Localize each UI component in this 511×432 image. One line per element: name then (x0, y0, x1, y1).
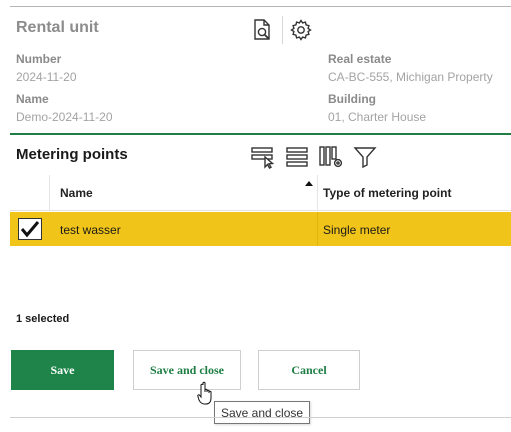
select-all-cell[interactable] (10, 175, 50, 211)
building-value: 01, Charter House (328, 110, 427, 124)
row-type: Single meter (323, 223, 391, 237)
save-and-close-button[interactable]: Save and close (133, 350, 241, 390)
sort-ascending-icon (305, 181, 313, 186)
selection-count: 1 selected (16, 313, 70, 325)
row-checkbox[interactable] (18, 218, 42, 240)
save-button[interactable]: Save (11, 350, 114, 390)
tooltip: Save and close (214, 401, 311, 424)
table-row[interactable]: test wasser Single meter (10, 212, 511, 246)
section-divider (10, 133, 511, 135)
number-value: 2024-11-20 (16, 70, 77, 84)
checkmark-icon (20, 221, 40, 238)
name-label: Name (16, 92, 49, 106)
header-icon-separator (282, 16, 283, 44)
real-estate-value: CA-BC-555, Michigan Property (328, 70, 493, 84)
number-label: Number (16, 52, 62, 66)
metering-points-title: Metering points (16, 146, 128, 163)
gear-icon[interactable] (288, 17, 314, 43)
table-header: Name Type of metering point (10, 175, 511, 211)
document-search-icon[interactable] (249, 17, 275, 43)
filter-icon[interactable] (351, 143, 379, 171)
list-view-icon[interactable] (283, 143, 311, 171)
column-header-type[interactable]: Type of metering point (323, 186, 451, 200)
real-estate-label: Real estate (328, 52, 392, 66)
column-separator[interactable] (317, 175, 318, 211)
name-value: Demo-2024-11-20 (16, 110, 113, 124)
column-header-name[interactable]: Name (60, 186, 93, 200)
building-label: Building (328, 92, 376, 106)
column-settings-icon[interactable] (317, 143, 345, 171)
top-divider (10, 6, 511, 7)
row-column-separator (317, 212, 318, 246)
page-title: Rental unit (16, 19, 99, 36)
cancel-button[interactable]: Cancel (258, 350, 360, 390)
select-rows-icon[interactable] (249, 143, 277, 171)
bottom-divider (10, 417, 511, 418)
row-name: test wasser (60, 223, 121, 237)
